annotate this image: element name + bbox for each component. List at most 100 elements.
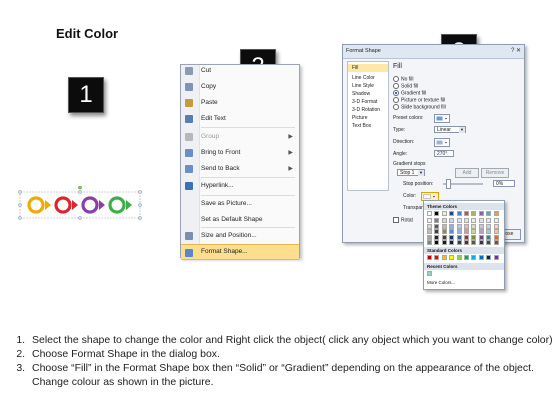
menu-item-paste[interactable]: Paste xyxy=(181,95,299,111)
menu-item-send-to-back[interactable]: Send to Back ▶ xyxy=(181,161,299,177)
more-colors-link[interactable]: More Colors... xyxy=(427,280,455,285)
nav-item-text-box[interactable]: Text Box xyxy=(348,122,388,130)
theme-color-swatch[interactable] xyxy=(486,211,492,216)
standard-color-swatch[interactable] xyxy=(478,255,484,260)
theme-color-swatch[interactable] xyxy=(441,211,447,216)
radio-slide-bg-fill[interactable]: Slide background fill xyxy=(393,104,446,110)
theme-shade-swatch[interactable] xyxy=(441,234,447,240)
theme-shade-swatch[interactable] xyxy=(434,218,440,223)
slider-thumb[interactable] xyxy=(446,179,451,189)
angle-input[interactable]: 270° xyxy=(434,150,454,157)
standard-color-swatch[interactable] xyxy=(427,255,432,260)
theme-color-swatch[interactable] xyxy=(478,211,484,216)
theme-color-swatch[interactable] xyxy=(434,211,440,216)
direction-button[interactable] xyxy=(434,138,450,147)
theme-shade-swatch[interactable] xyxy=(456,229,462,235)
theme-shade-swatch[interactable] xyxy=(456,218,462,223)
theme-shade-swatch[interactable] xyxy=(471,234,477,240)
theme-color-swatch[interactable] xyxy=(471,211,477,216)
help-icon[interactable]: ? xyxy=(511,48,514,54)
preset-colors-button[interactable] xyxy=(434,114,450,123)
theme-shade-swatch[interactable] xyxy=(493,223,499,229)
theme-shade-swatch[interactable] xyxy=(478,229,484,235)
menu-item-format-shape[interactable]: Format Shape... xyxy=(181,244,299,260)
theme-shade-swatch[interactable] xyxy=(441,223,447,229)
theme-shade-swatch[interactable] xyxy=(486,240,492,246)
theme-shade-swatch[interactable] xyxy=(471,240,477,246)
rotate-checkbox[interactable]: Rotat xyxy=(393,217,413,223)
standard-color-swatch[interactable] xyxy=(464,255,469,260)
theme-shade-swatch[interactable] xyxy=(471,229,477,235)
theme-shade-swatch[interactable] xyxy=(493,218,499,223)
theme-shade-swatch[interactable] xyxy=(441,229,447,235)
theme-shade-swatch[interactable] xyxy=(456,240,462,246)
type-select[interactable]: Linear ▼ xyxy=(434,126,466,133)
standard-color-swatch[interactable] xyxy=(493,255,499,260)
radio-solid-fill[interactable]: Solid fill xyxy=(393,83,418,89)
theme-color-swatch[interactable] xyxy=(456,211,462,216)
radio-picture-fill[interactable]: Picture or texture fill xyxy=(393,97,445,103)
menu-item-size-and-position[interactable]: Size and Position... xyxy=(181,228,299,244)
nav-item-shadow[interactable]: Shadow xyxy=(348,90,388,98)
theme-color-swatch[interactable] xyxy=(427,211,432,216)
nav-item-line-style[interactable]: Line Style xyxy=(348,82,388,90)
menu-item-edit-text[interactable]: Edit Text xyxy=(181,111,299,127)
standard-color-swatch[interactable] xyxy=(441,255,447,260)
recent-color-swatch[interactable] xyxy=(427,271,432,276)
menu-item-cut[interactable]: Cut xyxy=(181,63,299,79)
theme-shade-swatch[interactable] xyxy=(464,223,469,229)
stop-position-input[interactable]: 0% xyxy=(493,180,515,187)
radio-gradient-fill[interactable]: Gradient fill xyxy=(393,90,426,96)
nav-item-3d-rotation[interactable]: 3-D Rotation xyxy=(348,106,388,114)
theme-shade-swatch[interactable] xyxy=(449,223,455,229)
menu-item-save-as-picture[interactable]: Save as Picture... xyxy=(181,196,299,212)
theme-shade-swatch[interactable] xyxy=(464,240,469,246)
theme-shade-swatch[interactable] xyxy=(464,218,469,223)
theme-shade-swatch[interactable] xyxy=(478,240,484,246)
theme-shade-swatch[interactable] xyxy=(493,234,499,240)
standard-color-swatch[interactable] xyxy=(434,255,440,260)
standard-color-swatch[interactable] xyxy=(456,255,462,260)
menu-item-set-as-default-shape[interactable]: Set as Default Shape xyxy=(181,212,299,228)
theme-shade-swatch[interactable] xyxy=(449,240,455,246)
theme-shade-swatch[interactable] xyxy=(486,234,492,240)
theme-shade-swatch[interactable] xyxy=(464,229,469,235)
theme-shade-swatch[interactable] xyxy=(449,218,455,223)
theme-shade-swatch[interactable] xyxy=(456,223,462,229)
stop-select[interactable]: Stop 1 ▼ xyxy=(397,169,425,176)
theme-shade-swatch[interactable] xyxy=(427,240,432,246)
theme-color-swatch[interactable] xyxy=(464,211,469,216)
theme-shade-swatch[interactable] xyxy=(427,234,432,240)
nav-item-3d-format[interactable]: 3-D Format xyxy=(348,98,388,106)
theme-shade-swatch[interactable] xyxy=(434,229,440,235)
theme-shade-swatch[interactable] xyxy=(449,229,455,235)
standard-color-swatch[interactable] xyxy=(449,255,455,260)
theme-shade-swatch[interactable] xyxy=(434,223,440,229)
theme-shade-swatch[interactable] xyxy=(456,234,462,240)
theme-shade-swatch[interactable] xyxy=(464,234,469,240)
theme-shade-swatch[interactable] xyxy=(471,223,477,229)
theme-shade-swatch[interactable] xyxy=(478,218,484,223)
theme-shade-swatch[interactable] xyxy=(471,218,477,223)
theme-shade-swatch[interactable] xyxy=(427,229,432,235)
theme-shade-swatch[interactable] xyxy=(486,223,492,229)
theme-shade-swatch[interactable] xyxy=(441,240,447,246)
nav-item-fill[interactable]: Fill xyxy=(348,64,388,72)
theme-shade-swatch[interactable] xyxy=(486,218,492,223)
menu-item-hyperlink[interactable]: Hyperlink... xyxy=(181,178,299,194)
theme-shade-swatch[interactable] xyxy=(486,229,492,235)
standard-color-swatch[interactable] xyxy=(486,255,492,260)
nav-item-line-color[interactable]: Line Color xyxy=(348,74,388,82)
theme-shade-swatch[interactable] xyxy=(493,229,499,235)
theme-shade-swatch[interactable] xyxy=(434,234,440,240)
standard-color-swatch[interactable] xyxy=(471,255,477,260)
menu-item-bring-to-front[interactable]: Bring to Front ▶ xyxy=(181,145,299,161)
theme-shade-swatch[interactable] xyxy=(493,240,499,246)
menu-item-copy[interactable]: Copy xyxy=(181,79,299,95)
theme-shade-swatch[interactable] xyxy=(427,223,432,229)
nav-item-picture[interactable]: Picture xyxy=(348,114,388,122)
theme-shade-swatch[interactable] xyxy=(434,240,440,246)
theme-shade-swatch[interactable] xyxy=(427,218,432,223)
theme-color-swatch[interactable] xyxy=(493,211,499,216)
add-stop-button[interactable]: Add xyxy=(455,168,479,178)
